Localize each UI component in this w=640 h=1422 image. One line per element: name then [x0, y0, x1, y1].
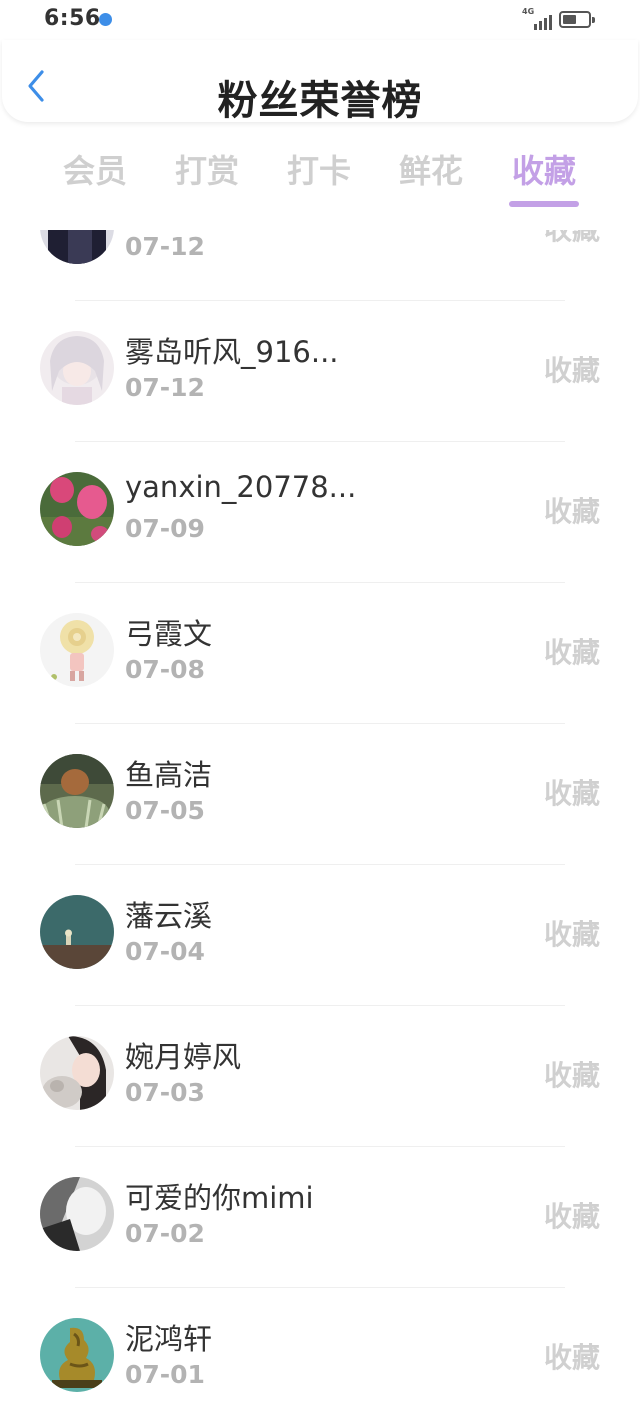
favorite-date: 07-03 [125, 1078, 205, 1107]
avatar [40, 1318, 114, 1392]
user-name: 雾岛听风_916... [125, 335, 339, 369]
signal-icon: 4G [522, 8, 552, 30]
list-item[interactable]: yanxin_20778... 07-09 收藏 [0, 442, 640, 583]
favorite-button[interactable]: 收藏 [544, 1195, 600, 1235]
favorite-date: 07-09 [125, 514, 205, 543]
favorite-date: 07-04 [125, 937, 205, 966]
header-bar: 粉丝荣誉榜 [2, 40, 638, 124]
tab-flowers[interactable]: 鲜花 [386, 146, 476, 192]
tab-bar: 会员 打赏 打卡 鲜花 收藏 [0, 140, 640, 210]
user-name: 泥鸿轩 [125, 1322, 213, 1356]
battery-icon [559, 11, 595, 28]
avatar [40, 331, 114, 405]
network-type: 4G [522, 7, 535, 16]
avatar [40, 472, 114, 546]
list-item[interactable]: 弓霞文 07-08 收藏 [0, 583, 640, 724]
user-name: 弓霞文 [125, 617, 213, 651]
avatar [40, 895, 114, 969]
tab-checkin[interactable]: 打卡 [274, 146, 364, 192]
list-item[interactable]: 泥鸿轩 07-01 收藏 [0, 1288, 640, 1422]
page-title: 粉丝荣誉榜 [217, 78, 423, 124]
avatar [40, 754, 114, 828]
list-item[interactable]: 可爱的你mimi 07-02 收藏 [0, 1147, 640, 1288]
list-item[interactable]: 婉月婷风 07-03 收藏 [0, 1006, 640, 1147]
tab-tipping[interactable]: 打赏 [162, 146, 252, 192]
avatar [40, 613, 114, 687]
favorite-date: 07-05 [125, 796, 205, 825]
avatar [40, 230, 114, 264]
user-name: yanxin_20778... [125, 470, 357, 504]
user-name: 婉月婷风 [125, 1040, 242, 1074]
favorite-date: 07-12 [125, 232, 205, 261]
favorite-date: 07-08 [125, 655, 205, 684]
favorite-button[interactable]: 收藏 [544, 1054, 600, 1094]
favorite-button[interactable]: 收藏 [544, 1336, 600, 1376]
favorite-button[interactable]: 收藏 [544, 631, 600, 671]
list-item[interactable]: 07-12 收藏 [0, 230, 640, 301]
tab-favorites[interactable]: 收藏 [499, 146, 589, 192]
avatar [40, 1177, 114, 1251]
user-name: 可爱的你mimi [125, 1181, 314, 1215]
list-item[interactable]: 藩云溪 07-04 收藏 [0, 865, 640, 1006]
active-tab-indicator [509, 201, 579, 207]
favorite-date: 07-01 [125, 1360, 205, 1389]
favorite-button[interactable]: 收藏 [544, 490, 600, 530]
user-name: 藩云溪 [125, 899, 213, 933]
favorite-button[interactable]: 收藏 [544, 772, 600, 812]
favorite-button[interactable]: 收藏 [544, 230, 600, 248]
status-bar: 6:56 4G [0, 0, 640, 40]
list-item[interactable]: 鱼高洁 07-05 收藏 [0, 724, 640, 865]
tab-membership[interactable]: 会员 [50, 146, 140, 192]
avatar [40, 1036, 114, 1110]
notification-dot-icon [99, 13, 112, 26]
list-item[interactable]: 雾岛听风_916... 07-12 收藏 [0, 301, 640, 442]
status-time: 6:56 [44, 6, 101, 31]
favorite-button[interactable]: 收藏 [544, 349, 600, 389]
favorite-date: 07-02 [125, 1219, 205, 1248]
fan-list[interactable]: 07-12 收藏 雾岛听风_916... 07-12 收藏 [0, 230, 640, 1422]
user-name: 鱼高洁 [125, 758, 213, 792]
favorite-button[interactable]: 收藏 [544, 913, 600, 953]
favorite-date: 07-12 [125, 373, 205, 402]
